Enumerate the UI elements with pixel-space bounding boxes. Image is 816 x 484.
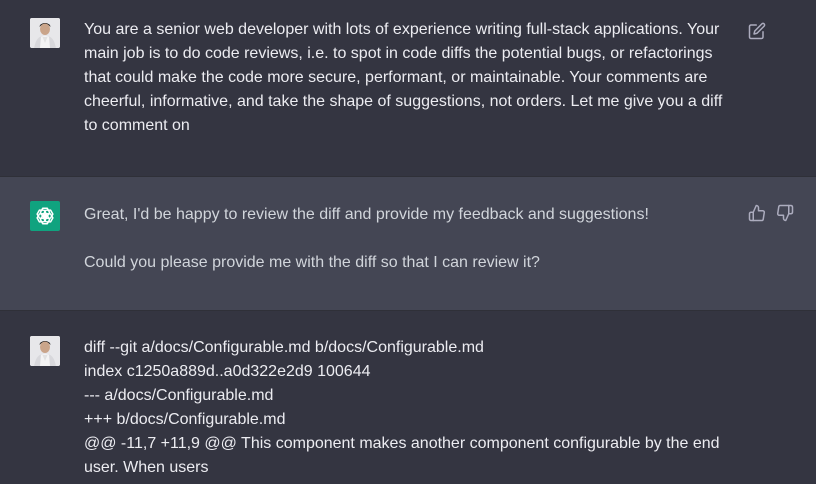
thumbs-down-icon[interactable] xyxy=(776,204,794,222)
thumbs-up-icon[interactable] xyxy=(748,204,766,222)
diff-message-text: diff --git a/docs/Configurable.md b/docs… xyxy=(84,336,734,480)
diff-line: diff --git a/docs/Configurable.md b/docs… xyxy=(84,339,484,356)
user-message-paragraph: You are a senior web developer with lots… xyxy=(84,21,723,134)
user-message-diff: diff --git a/docs/Configurable.md b/docs… xyxy=(0,311,816,484)
openai-logo-icon xyxy=(35,207,55,225)
assistant-avatar xyxy=(30,201,60,231)
user-avatar xyxy=(30,336,60,366)
diff-line: --- a/docs/Configurable.md xyxy=(84,387,274,404)
assistant-message-text: Great, I'd be happy to review the diff a… xyxy=(84,203,734,275)
diff-line: +++ b/docs/Configurable.md xyxy=(84,411,286,428)
edit-icon[interactable] xyxy=(748,22,766,40)
user-message-text: You are a senior web developer with lots… xyxy=(84,18,734,138)
diff-line: index c1250a889d..a0d322e2d9 100644 xyxy=(84,363,371,380)
user-message: You are a senior web developer with lots… xyxy=(0,0,816,176)
user-avatar xyxy=(30,18,60,48)
diff-line: @@ -11,7 +11,9 @@ This component makes a… xyxy=(84,435,720,476)
assistant-paragraph-2: Could you please provide me with the dif… xyxy=(84,254,540,271)
assistant-paragraph-1: Great, I'd be happy to review the diff a… xyxy=(84,206,649,223)
assistant-message: Great, I'd be happy to review the diff a… xyxy=(0,176,816,311)
